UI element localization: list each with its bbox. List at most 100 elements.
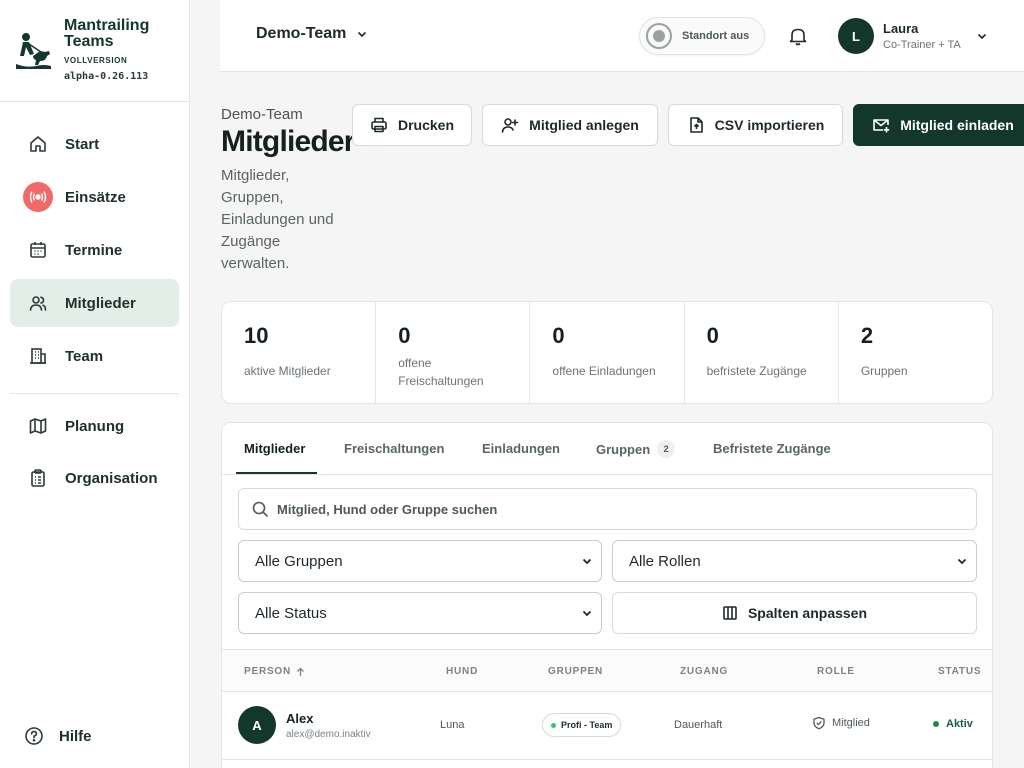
stat-value: 0 bbox=[552, 323, 565, 348]
invite-member-button-label: Mitglied einladen bbox=[900, 117, 1014, 133]
add-member-button[interactable]: Mitglied anlegen bbox=[482, 104, 658, 146]
member-avatar: A bbox=[238, 706, 276, 744]
column-header-status[interactable]: STATUS bbox=[938, 666, 981, 677]
home-icon bbox=[28, 134, 48, 154]
member-role: Mitglied bbox=[812, 716, 870, 730]
printer-icon bbox=[371, 117, 387, 133]
count-badge: 2 bbox=[657, 440, 676, 458]
group-chip: Profi - Team bbox=[542, 713, 622, 737]
stat-label: offene Einladungen bbox=[552, 364, 656, 378]
brand: Mantrailing Teams VOLLVERSION alpha-0.26… bbox=[0, 0, 189, 102]
avatar: L bbox=[838, 18, 874, 54]
status-dot bbox=[933, 721, 939, 727]
nav-label: Team bbox=[65, 347, 104, 365]
nav-label: Termine bbox=[65, 241, 123, 259]
customize-columns-label: Spalten anpassen bbox=[747, 605, 868, 621]
page-description: Mitglieder, Gruppen, Einladungen und Zug… bbox=[221, 167, 334, 272]
column-header-person[interactable]: PERSON bbox=[244, 666, 305, 677]
bell-icon[interactable] bbox=[787, 25, 809, 47]
member-role-label: Mitglied bbox=[832, 717, 870, 729]
brand-name: Mantrailing Teams bbox=[64, 17, 150, 50]
group-chip-label: Profi - Team bbox=[561, 720, 613, 730]
stats-panel: 10 aktive Mitglieder 0 offene Freischalt… bbox=[221, 301, 993, 404]
chevron-down-icon bbox=[582, 610, 592, 617]
shield-icon bbox=[813, 716, 825, 730]
print-button-label: Drucken bbox=[397, 117, 455, 133]
location-off-icon bbox=[646, 23, 672, 49]
help-icon bbox=[24, 726, 44, 746]
member-access: Dauerhaft bbox=[674, 719, 723, 731]
breadcrumb: Demo-Team bbox=[221, 106, 303, 123]
chevron-down-icon bbox=[582, 558, 592, 565]
tab-einladungen[interactable]: Einladungen bbox=[482, 441, 560, 456]
stat-open-invitations: 0 offene Einladungen bbox=[530, 302, 685, 403]
column-header-rolle[interactable]: ROLLE bbox=[817, 666, 855, 677]
customize-columns-button[interactable]: Spalten anpassen bbox=[612, 592, 977, 634]
status-filter-select[interactable]: Alle Status bbox=[238, 592, 602, 634]
nav-divider bbox=[10, 393, 179, 394]
nav-label: Planung bbox=[65, 417, 125, 435]
group-filter-select[interactable]: Alle Gruppen bbox=[238, 540, 602, 582]
stat-active-members: 10 aktive Mitglieder bbox=[222, 302, 377, 403]
stat-value: 10 bbox=[244, 323, 269, 348]
members-card: Mitglieder Freischaltungen Einladungen G… bbox=[221, 422, 993, 768]
nav-item-einsaetze[interactable]: Einsätze bbox=[10, 173, 179, 221]
user-plus-icon bbox=[501, 118, 519, 133]
sidebar: Mantrailing Teams VOLLVERSION alpha-0.26… bbox=[0, 0, 190, 768]
tab-label: Gruppen bbox=[596, 441, 651, 457]
user-name: Laura bbox=[883, 21, 919, 36]
stat-open-activations: 0 offene Freischaltungen bbox=[376, 302, 531, 403]
location-toggle-label: Standort aus bbox=[682, 30, 750, 42]
user-info: Laura Co-Trainer + TA bbox=[883, 21, 961, 51]
nav-item-termine[interactable]: Termine bbox=[10, 226, 179, 274]
stat-limited-access: 0 befristete Zugänge bbox=[685, 302, 839, 403]
nav-label: Start bbox=[65, 135, 100, 153]
user-role: Co-Trainer + TA bbox=[883, 39, 961, 51]
csv-import-button-label: CSV importieren bbox=[714, 117, 825, 133]
member-dog: Luna bbox=[440, 719, 465, 731]
nav-item-hilfe[interactable]: Hilfe bbox=[10, 712, 179, 760]
nav-item-organisation[interactable]: Organisation bbox=[10, 454, 179, 502]
dog-handler-logo-icon bbox=[16, 33, 51, 69]
print-button[interactable]: Drucken bbox=[352, 104, 472, 146]
calendar-icon bbox=[28, 240, 48, 260]
arrow-up-icon bbox=[297, 667, 305, 676]
role-filter-select[interactable]: Alle Rollen bbox=[612, 540, 977, 582]
nav-label: Hilfe bbox=[59, 727, 92, 745]
stat-label: Gruppen bbox=[860, 364, 908, 378]
map-icon bbox=[28, 416, 48, 436]
active-tab-indicator bbox=[236, 472, 317, 474]
member-email: alex@demo.inaktiv bbox=[286, 729, 371, 740]
nav-label: Mitglieder bbox=[65, 294, 136, 312]
user-menu[interactable]: L Laura Co-Trainer + TA bbox=[838, 18, 987, 54]
stat-value: 0 bbox=[398, 323, 411, 348]
nav-item-mitglieder[interactable]: Mitglieder bbox=[10, 279, 179, 327]
csv-import-button[interactable]: CSV importieren bbox=[668, 104, 843, 146]
stat-value: 2 bbox=[860, 323, 874, 348]
nav-label: Organisation bbox=[65, 469, 158, 487]
select-value: Alle Rollen bbox=[629, 552, 701, 570]
tab-freischaltungen[interactable]: Freischaltungen bbox=[344, 441, 444, 456]
team-selector[interactable]: Demo-Team bbox=[256, 25, 368, 43]
nav-item-start[interactable]: Start bbox=[10, 120, 179, 168]
location-toggle[interactable]: Standort aus bbox=[639, 17, 765, 55]
column-header-zugang[interactable]: ZUGANG bbox=[680, 666, 728, 677]
column-header-gruppen[interactable]: GRUPPEN bbox=[548, 666, 603, 677]
tab-mitglieder[interactable]: Mitglieder bbox=[244, 441, 305, 456]
stat-label: offene Freischaltungen bbox=[398, 356, 484, 388]
plan-label: VOLLVERSION bbox=[64, 56, 128, 65]
column-header-hund[interactable]: HUND bbox=[446, 666, 478, 677]
search-input[interactable]: Mitglied, Hund oder Gruppe suchen bbox=[238, 488, 977, 530]
status-label: Aktiv bbox=[946, 718, 973, 730]
tab-gruppen[interactable]: Gruppen 2 bbox=[596, 440, 676, 458]
version-label: alpha-0.26.113 bbox=[64, 71, 149, 82]
stat-value: 0 bbox=[706, 323, 719, 348]
page-title: Mitglieder bbox=[221, 125, 355, 158]
invite-member-button[interactable]: Mitglied einladen bbox=[853, 104, 1024, 146]
tab-befristete-zugaenge[interactable]: Befristete Zugänge bbox=[713, 441, 831, 456]
nav-item-team[interactable]: Team bbox=[10, 332, 179, 380]
mail-plus-icon bbox=[873, 119, 890, 133]
table-row[interactable]: A Alex alex@demo.inaktiv Luna Profi - Te… bbox=[222, 692, 992, 760]
team-selector-label: Demo-Team bbox=[256, 25, 347, 42]
nav-item-planung[interactable]: Planung bbox=[10, 402, 179, 450]
